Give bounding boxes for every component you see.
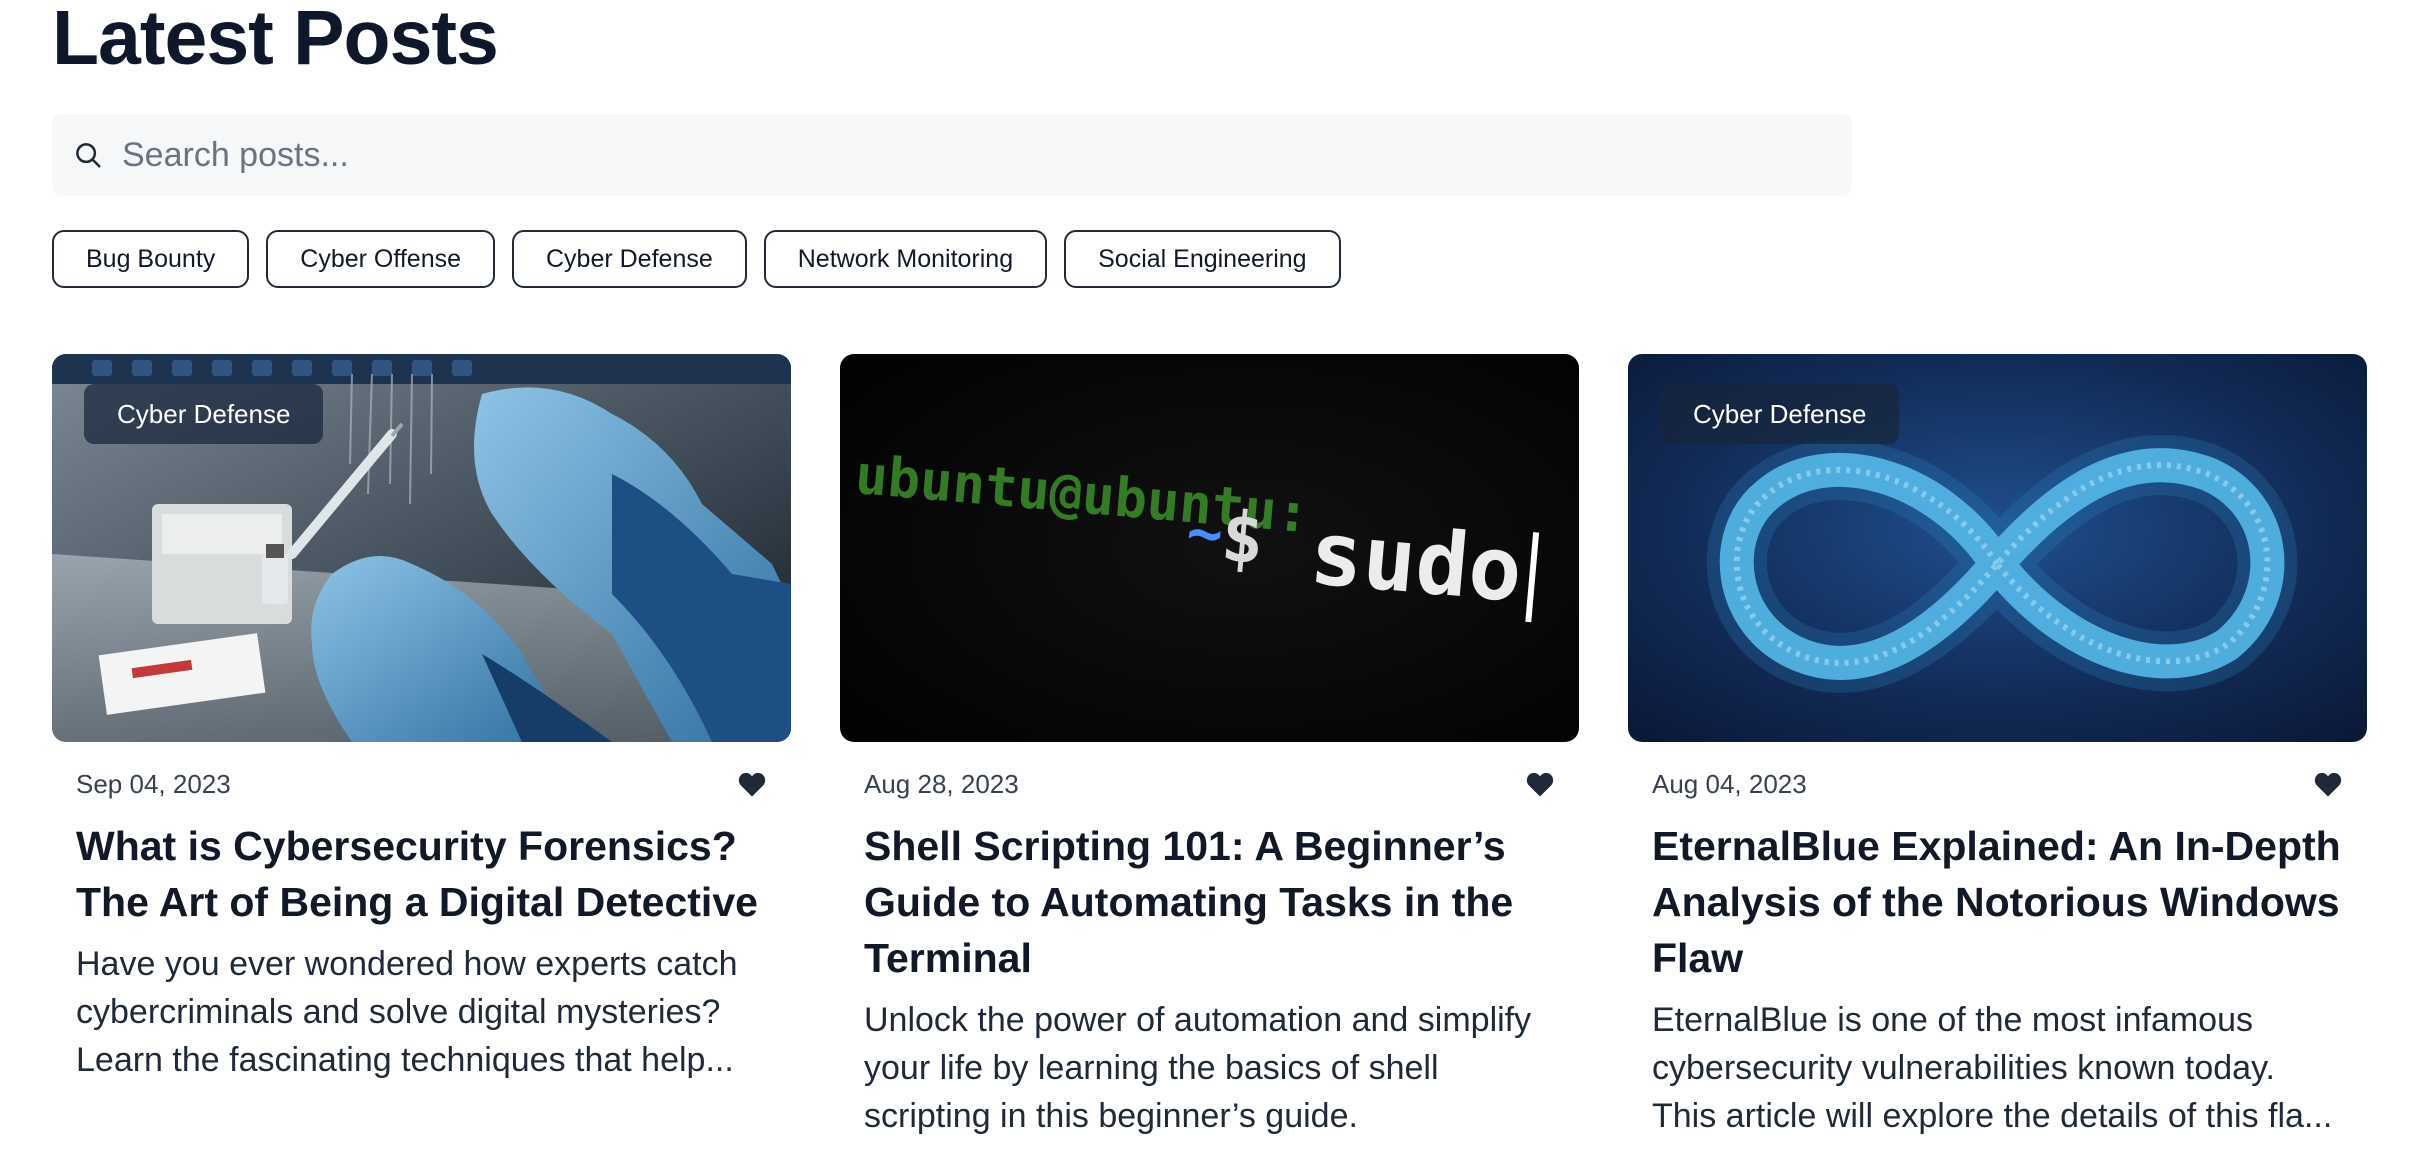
tag-social-engineering[interactable]: Social Engineering: [1064, 230, 1341, 288]
terminal-sudo-image: ubuntu@ubuntu: ~ $ sudo: [840, 354, 1579, 742]
post-excerpt: Have you ever wondered how experts catch…: [76, 945, 738, 1079]
post-image[interactable]: Cyber Defense: [52, 354, 791, 742]
post-date: Sep 04, 2023: [76, 768, 231, 799]
terminal-dollar-text: $: [1218, 495, 1267, 580]
post-meta: Sep 04, 2023: [76, 768, 767, 800]
tag-network-monitoring[interactable]: Network Monitoring: [763, 230, 1048, 288]
page-title: Latest Posts: [52, 0, 499, 81]
heart-icon[interactable]: [1525, 769, 1555, 799]
post-card[interactable]: Cyber Defense Aug 04, 2023 EternalBlue E…: [1628, 354, 2367, 1140]
post-card-list: Cyber Defense Sep 04, 2023 What is Cyber…: [52, 354, 2367, 1140]
heart-icon[interactable]: [2313, 769, 2343, 799]
heart-icon[interactable]: [737, 769, 767, 799]
tag-cyber-defense[interactable]: Cyber Defense: [512, 230, 747, 288]
tag-filter-list: Bug Bounty Cyber Offense Cyber Defense N…: [52, 230, 1341, 288]
post-title[interactable]: What is Cybersecurity Forensics? The Art…: [76, 818, 767, 930]
post-image[interactable]: ubuntu@ubuntu: ~ $ sudo: [840, 354, 1579, 742]
post-meta: Aug 28, 2023: [864, 768, 1555, 800]
post-title[interactable]: EternalBlue Explained: An In-Depth Analy…: [1652, 818, 2343, 986]
post-meta: Aug 04, 2023: [1652, 768, 2343, 800]
post-image[interactable]: Cyber Defense: [1628, 354, 2367, 742]
post-excerpt: Unlock the power of automation and simpl…: [864, 1001, 1532, 1135]
post-card[interactable]: Cyber Defense Sep 04, 2023 What is Cyber…: [52, 354, 791, 1140]
terminal-command-text: sudo: [1306, 501, 1526, 622]
post-card[interactable]: ubuntu@ubuntu: ~ $ sudo Aug 28, 2023 She…: [840, 354, 1579, 1140]
post-excerpt: EternalBlue is one of the most infamous …: [1652, 1001, 2333, 1135]
post-category-badge[interactable]: Cyber Defense: [84, 384, 324, 444]
search-bar[interactable]: [52, 114, 1852, 196]
post-date: Aug 04, 2023: [1652, 768, 1807, 799]
search-input[interactable]: [122, 125, 1722, 185]
tag-cyber-offense[interactable]: Cyber Offense: [266, 230, 495, 288]
tag-bug-bounty[interactable]: Bug Bounty: [52, 230, 250, 288]
search-icon: [72, 139, 104, 171]
post-date: Aug 28, 2023: [864, 768, 1019, 799]
latest-posts-page: Latest Posts Bug Bounty Cyber Offense Cy…: [52, 0, 2392, 1135]
post-title[interactable]: Shell Scripting 101: A Beginner’s Guide …: [864, 818, 1555, 986]
post-category-badge[interactable]: Cyber Defense: [1660, 384, 1900, 444]
